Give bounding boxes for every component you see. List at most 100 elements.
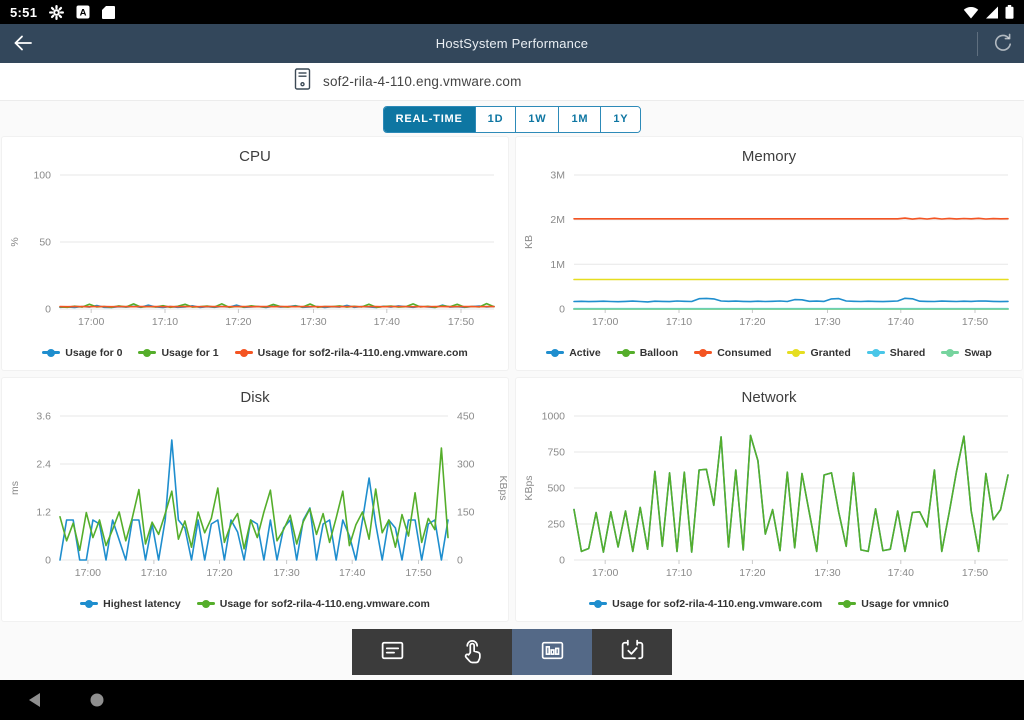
legend-marker-icon [138, 351, 156, 354]
legend-label: Usage for 0 [65, 347, 122, 359]
svg-text:17:10: 17:10 [141, 567, 167, 579]
svg-text:500: 500 [547, 483, 565, 495]
tab-1y[interactable]: 1Y [600, 107, 640, 132]
svg-text:17:20: 17:20 [739, 567, 765, 579]
status-right-icons [963, 5, 1014, 19]
legend-item[interactable]: Shared [867, 347, 926, 359]
tasks-check-icon [619, 637, 646, 667]
tab-1m[interactable]: 1M [558, 107, 600, 132]
svg-text:1M: 1M [550, 259, 565, 271]
host-name: sof2-rila-4-110.eng.vmware.com [323, 74, 522, 89]
network-chart-card: Network 0250500750100017:0017:1017:2017:… [516, 378, 1022, 621]
legend-label: Balloon [640, 347, 679, 359]
legend-marker-icon [589, 602, 607, 605]
svg-text:17:50: 17:50 [962, 567, 988, 579]
screenshot-icon [102, 5, 115, 20]
svg-text:17:40: 17:40 [888, 567, 914, 579]
legend-marker-icon [197, 602, 215, 605]
svg-text:17:50: 17:50 [448, 316, 474, 328]
legend-item[interactable]: Active [546, 347, 601, 359]
network-chart-plot: 0250500750100017:0017:1017:2017:3017:401… [516, 406, 1022, 586]
battery-icon [1005, 5, 1014, 19]
legend-label: Shared [890, 347, 926, 359]
svg-text:750: 750 [547, 447, 565, 459]
cpu-chart-legend: Usage for 0 Usage for 1 Usage for sof2-ril… [2, 335, 508, 370]
svg-text:KB: KB [523, 235, 535, 249]
legend-label: Usage for sof2-rila-4-110.eng.vmware.com [220, 598, 430, 610]
svg-text:17:30: 17:30 [300, 316, 326, 328]
svg-text:0: 0 [45, 304, 51, 316]
svg-text:ms: ms [9, 481, 21, 495]
tab-1d[interactable]: 1D [475, 107, 516, 132]
gear-icon [49, 5, 64, 20]
charts-grid: CPU 05010017:0017:1017:2017:3017:4017:50… [0, 137, 1024, 621]
svg-text:17:40: 17:40 [339, 567, 365, 579]
svg-text:2.4: 2.4 [36, 459, 51, 471]
memory-chart-legend: Active Balloon Consumed Granted Shared Swap [516, 335, 1022, 370]
legend-label: Swap [964, 347, 991, 359]
summary-tab-button[interactable] [352, 629, 432, 675]
legend-item[interactable]: Balloon [617, 347, 679, 359]
tasks-tab-button[interactable] [592, 629, 672, 675]
legend-item[interactable]: Usage for 1 [138, 347, 218, 359]
legend-item[interactable]: Usage for sof2-rila-4-110.eng.vmware.com [197, 598, 430, 610]
legend-marker-icon [235, 351, 253, 354]
svg-text:3M: 3M [550, 170, 565, 182]
refresh-button[interactable] [990, 31, 1016, 57]
svg-text:0: 0 [559, 555, 565, 567]
legend-item[interactable]: Consumed [694, 347, 771, 359]
bar-chart-icon [539, 637, 566, 667]
host-row: sof2-rila-4-110.eng.vmware.com [0, 63, 1024, 101]
legend-marker-icon [617, 351, 635, 354]
svg-text:450: 450 [457, 411, 475, 423]
tab-real-time[interactable]: REAL-TIME [384, 107, 475, 132]
svg-text:17:10: 17:10 [666, 567, 692, 579]
legend-item[interactable]: Granted [787, 347, 850, 359]
nav-back-button[interactable] [22, 687, 48, 713]
svg-text:250: 250 [547, 519, 565, 531]
legend-label: Granted [810, 347, 850, 359]
performance-tab-button[interactable] [512, 629, 592, 675]
legend-marker-icon [42, 351, 60, 354]
status-bar: 5:51 A [0, 0, 1024, 24]
page-title: HostSystem Performance [0, 36, 1024, 51]
svg-text:17:00: 17:00 [75, 567, 101, 579]
svg-text:17:50: 17:50 [405, 567, 431, 579]
wifi-icon [963, 6, 979, 19]
legend-item[interactable]: Swap [941, 347, 991, 359]
memory-chart-title: Memory [516, 137, 1022, 165]
svg-text:17:00: 17:00 [78, 316, 104, 328]
legend-marker-icon [694, 351, 712, 354]
cpu-chart-card: CPU 05010017:0017:1017:2017:3017:4017:50… [2, 137, 508, 370]
svg-text:17:50: 17:50 [962, 316, 988, 328]
svg-text:0: 0 [457, 555, 463, 567]
legend-label: Usage for vmnic0 [861, 598, 949, 610]
svg-text:17:40: 17:40 [374, 316, 400, 328]
svg-text:1000: 1000 [542, 411, 566, 423]
network-chart-legend: Usage for sof2-rila-4-110.eng.vmware.com… [516, 586, 1022, 621]
memory-chart-card: Memory 01M2M3M17:0017:1017:2017:3017:401… [516, 137, 1022, 370]
legend-item[interactable]: Usage for sof2-rila-4-110.eng.vmware.com [235, 347, 468, 359]
legend-item[interactable]: Highest latency [80, 598, 181, 610]
disk-chart-title: Disk [2, 378, 508, 406]
legend-item[interactable]: Usage for 0 [42, 347, 122, 359]
legend-label: Usage for 1 [161, 347, 218, 359]
input-method-a-icon: A [76, 5, 90, 19]
legend-marker-icon [787, 351, 805, 354]
legend-item[interactable]: Usage for vmnic0 [838, 598, 949, 610]
legend-marker-icon [867, 351, 885, 354]
status-time: 5:51 [10, 5, 37, 20]
legend-label: Highest latency [103, 598, 181, 610]
svg-text:17:00: 17:00 [592, 316, 618, 328]
legend-label: Usage for sof2-rila-4-110.eng.vmware.com [612, 598, 822, 610]
svg-text:17:30: 17:30 [273, 567, 299, 579]
actions-tab-button[interactable] [432, 629, 512, 675]
memory-chart-plot: 01M2M3M17:0017:1017:2017:3017:4017:50KB [516, 165, 1022, 335]
tab-1w[interactable]: 1W [515, 107, 558, 132]
cpu-chart-title: CPU [2, 137, 508, 165]
legend-label: Consumed [717, 347, 771, 359]
toolbar-wrap [0, 621, 1024, 679]
nav-home-button[interactable] [84, 687, 110, 713]
legend-item[interactable]: Usage for sof2-rila-4-110.eng.vmware.com [589, 598, 822, 610]
legend-marker-icon [546, 351, 564, 354]
